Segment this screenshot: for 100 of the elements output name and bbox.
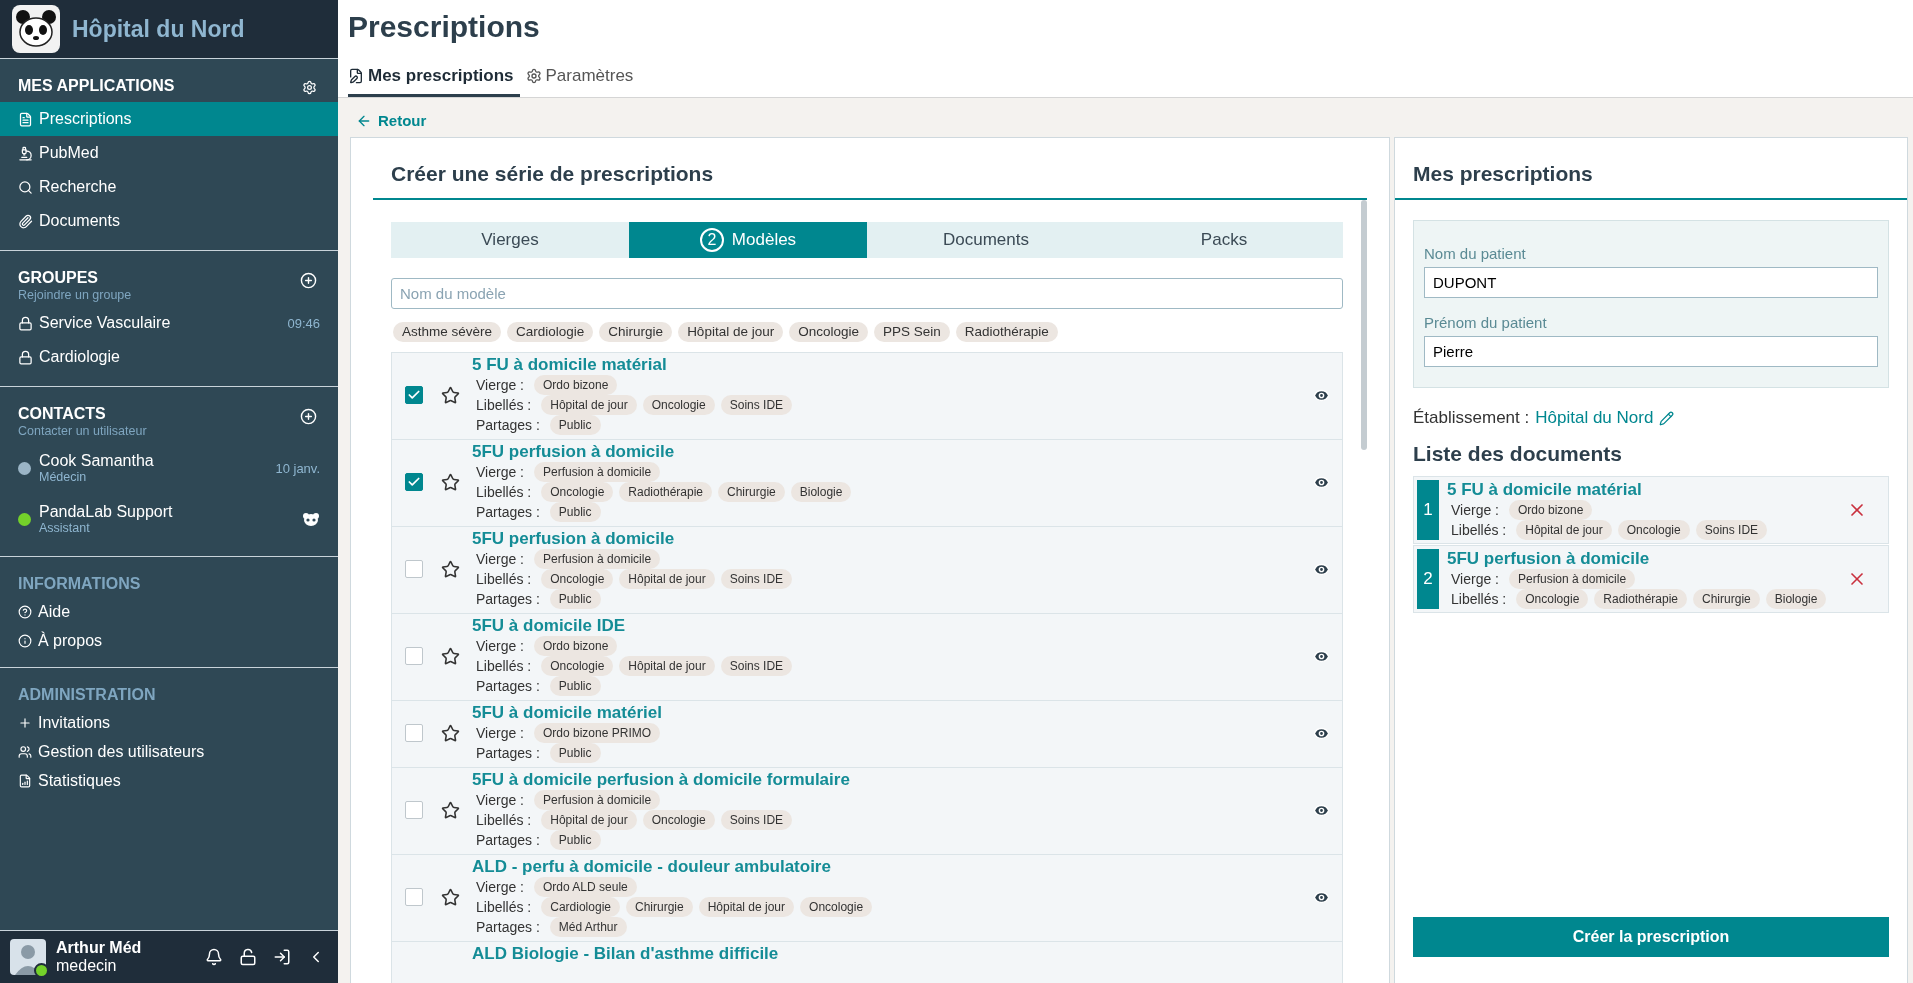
contact-name[interactable]: Cook Samantha [39, 452, 268, 470]
tag: Cardiologie [541, 897, 620, 917]
input-field[interactable]: Pierre [1424, 336, 1878, 367]
tag: Chirurgie [625, 897, 693, 917]
tag: Hôpital de jour [1516, 520, 1612, 540]
sidebar-item[interactable]: Statistiques [0, 766, 338, 795]
count-badge: 2 [699, 228, 724, 252]
checkbox[interactable] [405, 724, 423, 742]
model-row[interactable]: ALD Biologie - Bilan d'asthme difficile [391, 942, 1343, 983]
sidebar-item[interactable]: À propos [0, 626, 338, 655]
checkbox[interactable] [405, 888, 423, 906]
tag: Oncologie [800, 897, 873, 917]
checkbox[interactable] [405, 386, 423, 404]
checkbox[interactable] [405, 801, 423, 819]
lock-icon [18, 349, 33, 365]
tag: Soins IDE [720, 395, 793, 415]
panda-icon [302, 512, 320, 526]
star-icon[interactable] [441, 887, 460, 907]
section-title: Liste des documents [1413, 442, 1623, 466]
filter-tag[interactable]: PPS Sein [874, 322, 950, 342]
star-icon[interactable] [441, 723, 460, 743]
field-label: Vierge : [476, 725, 524, 741]
back-link[interactable]: Retour [356, 112, 427, 129]
input-field[interactable]: DUPONT [1424, 267, 1878, 298]
search-field[interactable]: Nom du modèle [391, 278, 1343, 309]
tag: Hôpital de jour [698, 897, 795, 917]
sidebar-item[interactable]: PubMed [0, 136, 338, 170]
establishment-link[interactable]: Hôpital du Nord [1535, 408, 1654, 428]
star-icon[interactable] [441, 385, 460, 405]
filter-tag[interactable]: Hôpital de jour [678, 322, 784, 342]
group-item[interactable]: Cardiologie [0, 340, 338, 374]
sidebar-item[interactable]: Recherche [0, 170, 338, 204]
hospital-name: Hôpital du Nord [72, 15, 245, 43]
tag: Méd Arthur [549, 917, 627, 937]
pencil-icon[interactable] [1659, 410, 1675, 426]
model-row[interactable]: 5 FU à domicile matérial Vierge : Ordo bizone Libellés : Hôpital de jour Oncologie Soins IDE Partages : Public [391, 352, 1343, 440]
model-title: 5 FU à domicile matérial [472, 355, 668, 375]
model-row[interactable]: 5FU à domicile matériel Vierge : Ordo bizone PRIMO Partages : Public [391, 701, 1343, 768]
tag: Chirurgie [718, 482, 785, 502]
star-icon[interactable] [441, 800, 460, 820]
avatar-icon [10, 939, 46, 975]
document-title: 5 FU à domicile matérial [1447, 480, 1643, 500]
checkbox[interactable] [405, 647, 423, 665]
user-role: medecin [56, 957, 118, 976]
user-name: Arthur Méd [56, 938, 143, 957]
model-row[interactable]: 5FU perfusion à domicile Vierge : Perfusion à domicile Libellés : Oncologie Hôpital de jour Soins IDE Partages : Public [391, 527, 1343, 614]
checkbox[interactable] [405, 473, 423, 491]
category-tab[interactable]: 2 Modèles [629, 222, 867, 258]
field-label: Partages : [476, 745, 540, 761]
sidebar-item[interactable]: Invitations [0, 708, 338, 737]
tag: Public [549, 502, 601, 522]
sidebar-item[interactable]: Prescriptions [0, 102, 338, 136]
field-label: Vierge : [1451, 571, 1499, 587]
model-title: 5FU perfusion à domicile [472, 442, 676, 462]
model-title: 5FU à domicile IDE [472, 616, 627, 636]
group-item[interactable]: Service Vasculaire 09:46 [0, 306, 338, 340]
section-subtitle: Rejoindre un groupe [18, 288, 132, 302]
card-title: Mes prescriptions [1395, 138, 1907, 200]
tag: Oncologie [642, 810, 715, 830]
model-row[interactable]: 5FU à domicile IDE Vierge : Ordo bizone Libellés : Oncologie Hôpital de jour Soins IDE Partages : Public [391, 614, 1343, 701]
model-row[interactable]: 5FU perfusion à domicile Vierge : Perfusion à domicile Libellés : Oncologie Radiothérapie Chirurgie Biologie Partages : Public [391, 440, 1343, 527]
tag: Hôpital de jour [619, 656, 715, 676]
model-row[interactable]: ALD - perfu à domicile - douleur ambulatoire Vierge : Ordo ALD seule Libellés : Cardiologie Chirurgie Hôpital de jour Oncologie Partages : Méd Arthur [391, 855, 1343, 942]
category-tab[interactable]: Documents [867, 222, 1105, 258]
category-tab[interactable]: Vierges [391, 222, 629, 258]
document-icon [18, 111, 33, 127]
model-title: 5FU perfusion à domicile [472, 529, 676, 549]
contact-name[interactable]: PandaLab Support [39, 503, 294, 521]
model-title: 5FU à domicile matériel [472, 703, 663, 723]
checkbox[interactable] [405, 560, 423, 578]
tag: Public [549, 676, 601, 696]
tag: Soins IDE [720, 656, 793, 676]
tag: Public [549, 589, 601, 609]
info-icon [18, 633, 32, 648]
star-icon[interactable] [441, 559, 460, 579]
model-row[interactable]: 5FU à domicile perfusion à domicile formulaire Vierge : Perfusion à domicile Libellés : Hôpital de jour Oncologie Soins IDE Partages : Public [391, 768, 1343, 855]
tag: Soins IDE [720, 810, 793, 830]
filter-tag[interactable]: Chirurgie [599, 322, 673, 342]
sidebar-item[interactable]: Documents [0, 204, 338, 238]
field-label: Partages : [476, 504, 540, 520]
field-label: Prénom du patient [1424, 314, 1548, 331]
filter-tag[interactable]: Oncologie [789, 322, 868, 342]
page-tab[interactable]: Paramètres [525, 66, 640, 97]
star-icon[interactable] [441, 646, 460, 666]
filter-tag[interactable]: Asthme sévère [393, 322, 502, 342]
users-icon [18, 744, 32, 759]
sidebar-item[interactable]: Gestion des utilisateurs [0, 737, 338, 766]
model-title: ALD - perfu à domicile - douleur ambulatoire [472, 857, 832, 877]
filter-tag[interactable]: Cardiologie [507, 322, 594, 342]
create-button[interactable]: Créer la prescription [1413, 917, 1889, 957]
filter-tag[interactable]: Radiothérapie [955, 322, 1058, 342]
category-tab[interactable]: Packs [1105, 222, 1343, 258]
check-icon [407, 388, 421, 402]
page-tab[interactable]: Mes prescriptions [348, 66, 520, 97]
document-title: 5FU perfusion à domicile [1447, 549, 1651, 569]
star-icon[interactable] [441, 472, 460, 492]
sidebar-item[interactable]: Aide [0, 597, 338, 626]
section-heading: INFORMATIONS [18, 575, 141, 593]
document-number: 2 [1417, 549, 1439, 609]
tag: Soins IDE [720, 569, 793, 589]
